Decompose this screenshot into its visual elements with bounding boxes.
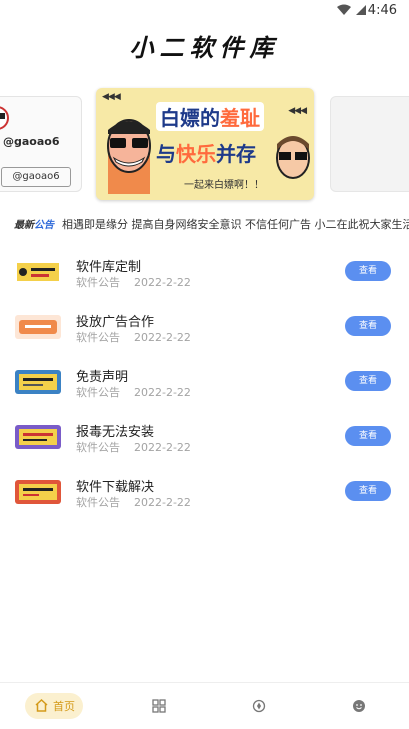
thumbnail-image xyxy=(15,315,61,339)
thumbnail-image xyxy=(15,480,61,504)
tab-categories[interactable] xyxy=(152,693,172,719)
ticker-text: 相遇即是缘分 提高自身网络安全意识 不信任何广告 小二在此祝大家生活 xyxy=(62,218,409,231)
status-time: 4:46 xyxy=(367,3,397,18)
item-title: 软件库定制 xyxy=(76,260,142,275)
item-meta: 软件公告 2022-2-22 xyxy=(76,441,191,454)
view-button[interactable]: 查看 xyxy=(345,371,391,391)
item-meta: 软件公告 2022-2-22 xyxy=(76,331,191,344)
list-item[interactable]: 免责声明 软件公告 2022-2-22 查看 xyxy=(0,360,409,415)
list-item[interactable]: 软件下载解决 软件公告 2022-2-22 查看 xyxy=(0,470,409,525)
item-meta: 软件公告 2022-2-22 xyxy=(76,276,191,289)
banner-tagline: 一起来白嫖啊！！ xyxy=(184,180,264,191)
announcement-ticker[interactable]: 最新公告 相遇即是缘分 提高自身网络安全意识 不信任何广告 小二在此祝大家生活 xyxy=(0,213,409,235)
view-button[interactable]: 查看 xyxy=(345,316,391,336)
list-item[interactable]: 报毒无法安装 软件公告 2022-2-22 查看 xyxy=(0,415,409,470)
thumbnail-image xyxy=(15,260,61,284)
tab-profile[interactable] xyxy=(352,693,372,719)
cartoon-face-icon xyxy=(276,136,310,179)
view-button[interactable]: 查看 xyxy=(345,261,391,281)
wifi-icon xyxy=(337,4,351,15)
username-tag: @gaoao6 xyxy=(1,167,71,187)
promo-banner[interactable]: ◀◀◀ ◀◀◀ 白嫖的羞耻 与快乐并存 一起来白嫖啊！！ xyxy=(96,88,314,200)
compass-icon xyxy=(252,699,266,713)
item-title: 免责声明 xyxy=(76,370,129,385)
item-title: 软件下载解决 xyxy=(76,480,155,495)
list-item[interactable]: 投放广告合作 软件公告 2022-2-22 查看 xyxy=(0,305,409,360)
banner-headline-1: 白嫖的羞耻 xyxy=(156,102,264,131)
banner-carousel[interactable]: @gaoao6 @gaoao6 ◀◀◀ ◀◀◀ 白嫖的羞耻 与快乐并存 一起来白… xyxy=(0,84,409,202)
status-bar: 4:46 xyxy=(0,0,409,22)
cartoon-face-icon xyxy=(0,106,9,130)
username-label: @gaoao6 xyxy=(3,135,60,148)
smile-icon xyxy=(353,700,365,712)
signal-icon xyxy=(356,5,366,15)
bottom-tab-bar: 首页 xyxy=(0,682,409,729)
thumbnail-image xyxy=(15,370,61,394)
sunglasses-face-icon xyxy=(107,119,151,194)
carousel-card-previous[interactable]: @gaoao6 @gaoao6 xyxy=(0,96,82,192)
item-meta: 软件公告 2022-2-22 xyxy=(76,496,191,509)
item-title: 投放广告合作 xyxy=(76,315,155,330)
view-button[interactable]: 查看 xyxy=(345,481,391,501)
carousel-card-next[interactable] xyxy=(330,96,409,192)
view-button[interactable]: 查看 xyxy=(345,426,391,446)
grid-icon xyxy=(152,699,166,713)
ticker-label: 最新公告 xyxy=(14,220,54,231)
item-title: 报毒无法安装 xyxy=(76,425,155,440)
banner-arrows-decoration: ◀◀◀ xyxy=(102,92,121,102)
tab-home-label: 首页 xyxy=(53,700,75,713)
item-meta: 软件公告 2022-2-22 xyxy=(76,386,191,399)
thumbnail-image xyxy=(15,425,61,449)
tab-home[interactable]: 首页 xyxy=(25,693,83,719)
banner-arrows-decoration: ◀◀◀ xyxy=(288,106,307,116)
home-icon xyxy=(35,699,48,712)
list-item[interactable]: 软件库定制 软件公告 2022-2-22 查看 xyxy=(0,250,409,305)
app-title: 小二软件库 xyxy=(129,33,280,62)
tab-discover[interactable] xyxy=(252,693,272,719)
banner-headline-2: 与快乐并存 xyxy=(156,142,256,166)
